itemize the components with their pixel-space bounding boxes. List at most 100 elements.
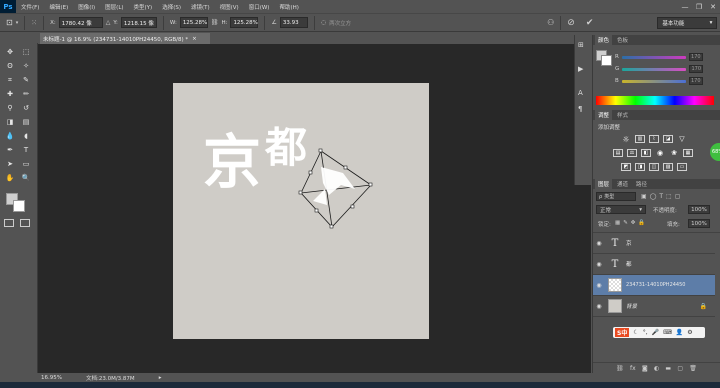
workspace-select[interactable]: 基本功能 ▾ [657, 16, 718, 29]
blue-slider[interactable] [621, 79, 686, 83]
channel-mixer-icon[interactable]: ❀ [669, 149, 679, 157]
transform-tool-icon[interactable]: ⊡ [6, 18, 13, 27]
layer-row[interactable]: ◉ T 都 [593, 254, 715, 275]
trash-icon[interactable]: 🗑 [689, 365, 697, 372]
blend-mode-select[interactable]: 正常 ▾ [596, 205, 646, 214]
menu-filter[interactable]: 滤镜(T) [186, 3, 215, 11]
menu-image[interactable]: 图像(I) [73, 3, 100, 11]
selective-color-icon[interactable]: ▨ [663, 163, 673, 171]
adjustment-layer-icon[interactable]: ◐ [654, 365, 659, 372]
warp-mode-icon[interactable]: ◌ [321, 19, 326, 26]
type-tool-icon[interactable]: T [20, 145, 32, 155]
invert-icon[interactable]: ◩ [621, 163, 631, 171]
healing-brush-icon[interactable]: ✚ [4, 89, 16, 99]
layer-name[interactable]: 背景 [626, 302, 637, 310]
menu-select[interactable]: 选择(S) [157, 3, 186, 11]
dodge-tool-icon[interactable]: ◖ [20, 131, 32, 141]
red-value[interactable]: 170 [688, 53, 703, 61]
brush-tool-icon[interactable]: ✏ [20, 89, 32, 99]
commit-transform-icon[interactable]: ✔ [586, 18, 594, 28]
menu-type[interactable]: 类型(Y) [129, 3, 158, 11]
green-value[interactable]: 170 [689, 65, 704, 73]
visibility-eye-icon[interactable]: ◉ [593, 240, 605, 247]
paragraph-panel-icon[interactable]: ¶ [578, 105, 582, 113]
status-menu-icon[interactable]: ▸ [159, 375, 162, 381]
magic-wand-icon[interactable]: ✧ [20, 61, 32, 71]
reference-point-icon[interactable]: ⁙ [31, 19, 37, 27]
layer-name[interactable]: 234731-14010PH24450 [626, 282, 685, 288]
tool-dropdown-icon[interactable]: ▾ [16, 20, 19, 26]
layer-name[interactable]: 都 [626, 260, 632, 268]
lasso-tool-icon[interactable]: ʘ [4, 61, 16, 71]
exposure-icon[interactable]: ◪ [663, 135, 673, 143]
angle-field[interactable]: 33.93 [279, 17, 308, 28]
layer-name[interactable]: 京 [626, 239, 632, 247]
lock-icons[interactable]: ▦✎✥🔒 [615, 220, 648, 226]
marquee-tool-icon[interactable]: ⬚ [20, 47, 32, 57]
ime-toolbar[interactable]: S中 ☾ °, 🎤 ⌨ 👤 ⚙ [613, 327, 705, 338]
menu-help[interactable]: 帮助(H) [274, 3, 303, 11]
visibility-eye-icon[interactable]: ◉ [593, 303, 605, 310]
layer-row[interactable]: ◉ 背景 🔒 [593, 296, 715, 317]
tab-color[interactable]: 颜色 [595, 35, 613, 45]
character-panel-icon[interactable]: A [578, 89, 583, 97]
x-field[interactable]: 1780.42 像 [58, 17, 103, 28]
tab-paths[interactable]: 路径 [633, 179, 650, 189]
quick-mask-icon[interactable] [4, 219, 14, 227]
document-tab[interactable]: 未标题-1 @ 16.9% (234731-14010PH24450, RGB/… [40, 33, 210, 44]
gradient-tool-icon[interactable]: ▤ [20, 117, 32, 127]
color-lookup-icon[interactable]: ▦ [683, 149, 693, 157]
posterize-icon[interactable]: ◨ [635, 163, 645, 171]
brightness-icon[interactable]: ☼ [621, 135, 631, 144]
menu-view[interactable]: 视图(V) [215, 3, 244, 11]
minimize-icon[interactable]: — [678, 0, 692, 13]
background-color-swatch[interactable] [13, 200, 25, 212]
curves-icon[interactable]: ⌇ [649, 135, 659, 143]
cancel-transform-icon[interactable]: ⊘ [567, 18, 575, 28]
red-slider[interactable] [621, 55, 686, 59]
kind-filter-select[interactable]: ρ 类型 [596, 192, 636, 201]
zoom-tool-icon[interactable]: 🔍 [20, 173, 32, 183]
blue-value[interactable]: 170 [688, 77, 703, 85]
mask-icon[interactable]: ◙ [642, 365, 648, 372]
restore-icon[interactable]: ❐ [692, 0, 706, 13]
tab-swatches[interactable]: 色板 [614, 35, 631, 45]
history-brush-icon[interactable]: ↺ [20, 103, 32, 113]
y-field[interactable]: 1218.15 像 [120, 17, 157, 28]
color-spectrum[interactable] [596, 96, 714, 105]
zoom-level[interactable]: 16.95% [41, 375, 62, 381]
interpolation-label[interactable]: 两次立方 [329, 19, 351, 27]
layer-filter-icons[interactable]: ▣◯T⬚▢ [641, 193, 683, 200]
eyedropper-icon[interactable]: ✎ [20, 75, 32, 85]
pen-tool-icon[interactable]: ✒ [4, 145, 16, 155]
clone-stamp-icon[interactable]: ⚲ [4, 103, 16, 113]
layer-row[interactable]: ◉ T 京 [593, 233, 715, 254]
threshold-icon[interactable]: ◫ [649, 163, 659, 171]
document-canvas[interactable]: 京 都 [173, 83, 429, 339]
blur-tool-icon[interactable]: 💧 [4, 131, 16, 141]
photo-filter-icon[interactable]: ◉ [655, 149, 665, 157]
history-panel-icon[interactable]: ⊞ [578, 41, 584, 49]
link-layers-icon[interactable]: ⛓ [616, 365, 624, 372]
screen-mode-icon[interactable] [20, 219, 30, 227]
levels-icon[interactable]: ▥ [635, 135, 645, 143]
fx-icon[interactable]: fx [630, 365, 636, 372]
visibility-eye-icon[interactable]: ◉ [593, 282, 605, 289]
transform-bounding-box[interactable] [283, 143, 383, 235]
link-icon[interactable]: ⛓ [211, 19, 219, 26]
hand-tool-icon[interactable]: ✋ [4, 173, 16, 183]
shape-tool-icon[interactable]: ▭ [20, 159, 32, 169]
move-tool-icon[interactable]: ✥ [4, 47, 16, 57]
bw-icon[interactable]: ◧ [641, 149, 651, 157]
tab-styles[interactable]: 样式 [614, 110, 631, 120]
actions-panel-icon[interactable]: ▶ [578, 65, 583, 73]
close-icon[interactable]: ✕ [706, 0, 720, 13]
hue-sat-icon[interactable]: ▤ [613, 149, 623, 157]
menu-edit[interactable]: 编辑(E) [44, 3, 73, 11]
w-field[interactable]: 125.28% [179, 17, 208, 28]
fill-field[interactable]: 100% [688, 219, 710, 228]
color-bg-swatch[interactable] [601, 55, 612, 66]
menu-layer[interactable]: 图层(L) [100, 3, 128, 11]
gradient-map-icon[interactable]: ▭ [677, 163, 687, 171]
path-select-icon[interactable]: ➤ [4, 159, 16, 169]
